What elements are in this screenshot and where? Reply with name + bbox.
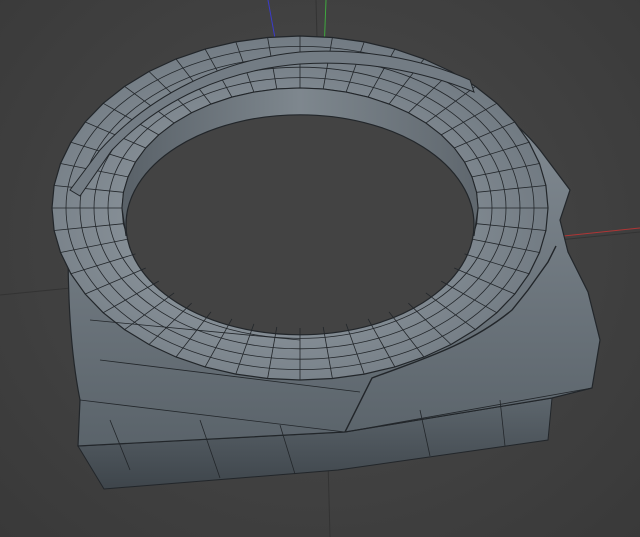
viewport-canvas[interactable] (0, 0, 640, 537)
3d-viewport[interactable] (0, 0, 640, 537)
ring-mesh-object[interactable] (51, 35, 601, 490)
mesh-hole (125, 114, 475, 336)
